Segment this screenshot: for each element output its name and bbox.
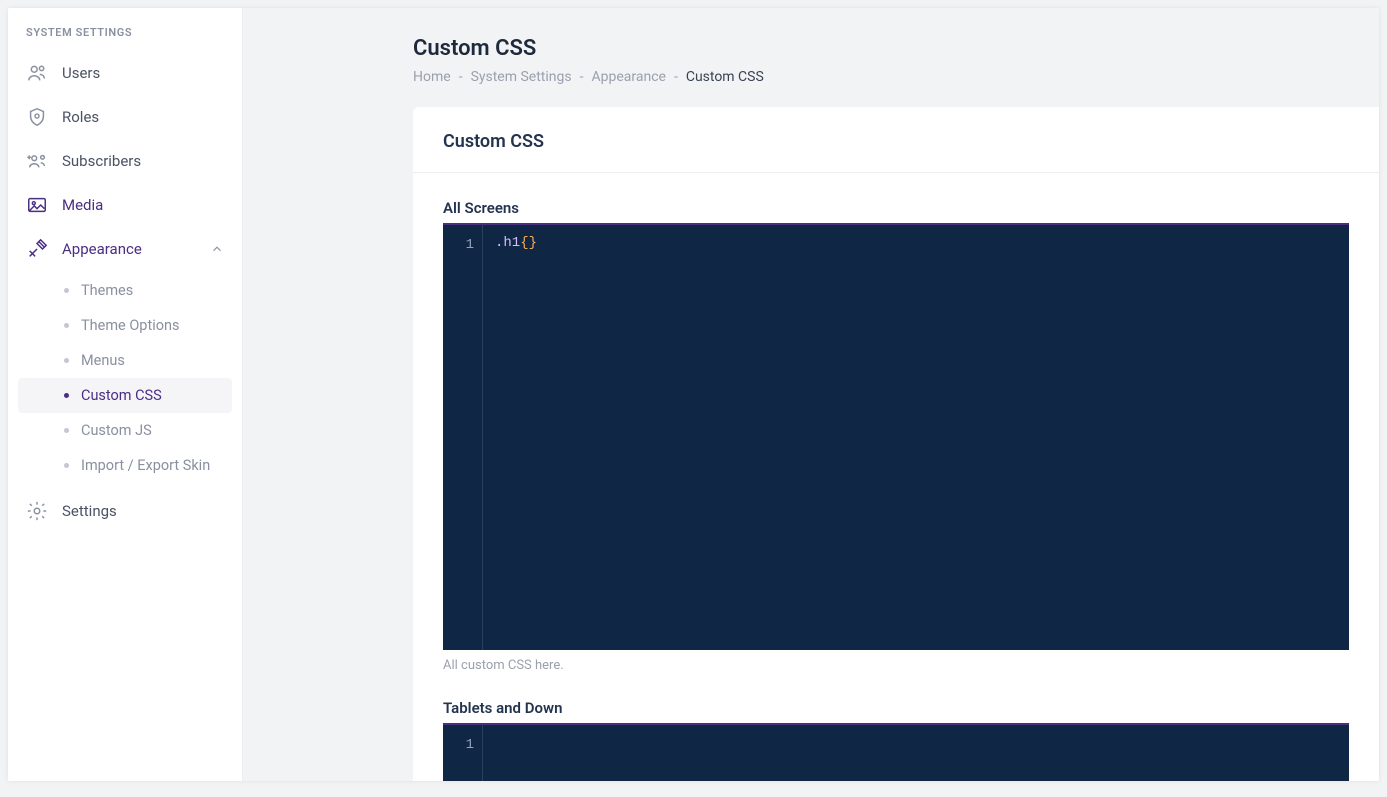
sub-item-label: Theme Options [81,317,179,334]
card-title: Custom CSS [413,107,1379,173]
sub-item-themes[interactable]: Themes [18,273,232,308]
chevron-up-icon [210,242,224,256]
sidebar-item-settings[interactable]: Settings [8,489,242,533]
media-icon [26,194,48,216]
page-title: Custom CSS [413,36,1379,61]
code-token-selector: .h1 [495,235,520,251]
custom-css-card: Custom CSS All Screens 1 .h1{} All custo… [413,107,1379,781]
page-header: Custom CSS Home - System Settings - Appe… [243,26,1379,107]
code-token-braces: {} [520,235,537,251]
sidebar-item-label: Users [62,64,100,82]
sub-item-menus[interactable]: Menus [18,343,232,378]
code-area[interactable] [483,725,1349,781]
sub-item-label: Themes [81,282,133,299]
breadcrumb-current: Custom CSS [686,69,764,85]
bullet-icon [64,463,69,468]
sidebar-item-subscribers[interactable]: Subscribers [8,139,242,183]
editor-all-screens: All Screens 1 .h1{} All custom CSS here. [443,199,1349,673]
breadcrumb-sep: - [580,69,584,85]
appearance-subitems: Themes Theme Options Menus Custom CSS Cu… [8,271,242,489]
editor-tablets-down: Tablets and Down 1 [443,699,1349,781]
sub-item-label: Menus [81,352,125,369]
bullet-icon [64,393,69,398]
subscribers-icon [26,150,48,172]
line-number: 1 [443,735,474,756]
sub-item-custom-css[interactable]: Custom CSS [18,378,232,413]
sidebar-item-label: Media [62,196,103,214]
sub-item-label: Custom CSS [81,387,162,404]
line-number: 1 [443,235,474,256]
code-editor-tablets[interactable]: 1 [443,725,1349,781]
main-content: Custom CSS Home - System Settings - Appe… [243,8,1379,781]
bullet-icon [64,288,69,293]
sub-item-import-export-skin[interactable]: Import / Export Skin [18,448,232,483]
breadcrumb-home[interactable]: Home [413,69,451,85]
sub-item-label: Import / Export Skin [81,457,210,474]
sidebar-item-label: Appearance [62,240,142,258]
help-text-all-screens: All custom CSS here. [443,658,1349,673]
breadcrumb-sep: - [459,69,463,85]
sub-item-label: Custom JS [81,422,152,439]
sidebar-item-media[interactable]: Media [8,183,242,227]
sub-item-custom-js[interactable]: Custom JS [18,413,232,448]
bullet-icon [64,358,69,363]
sidebar-item-appearance[interactable]: Appearance [8,227,242,271]
sidebar-item-label: Settings [62,502,117,520]
code-editor-all-screens[interactable]: 1 .h1{} [443,225,1349,650]
sub-item-theme-options[interactable]: Theme Options [18,308,232,343]
sidebar-section-title: SYSTEM SETTINGS [8,18,242,51]
line-gutter: 1 [443,725,483,781]
breadcrumb-sep: - [674,69,678,85]
sidebar-item-roles[interactable]: Roles [8,95,242,139]
gear-icon [26,500,48,522]
users-icon [26,62,48,84]
breadcrumb-appearance[interactable]: Appearance [591,69,665,85]
code-area[interactable]: .h1{} [483,225,1349,650]
appearance-icon [26,238,48,260]
breadcrumb-system-settings[interactable]: System Settings [471,69,572,85]
field-label-tablets: Tablets and Down [443,699,1349,725]
bullet-icon [64,428,69,433]
line-gutter: 1 [443,225,483,650]
shield-icon [26,106,48,128]
sidebar-item-label: Subscribers [62,152,141,170]
field-label-all-screens: All Screens [443,199,1349,225]
sidebar-item-users[interactable]: Users [8,51,242,95]
sidebar-item-label: Roles [62,108,99,126]
sidebar: SYSTEM SETTINGS Users Roles Subscribers … [8,8,243,781]
bullet-icon [64,323,69,328]
breadcrumb: Home - System Settings - Appearance - Cu… [413,69,1379,85]
